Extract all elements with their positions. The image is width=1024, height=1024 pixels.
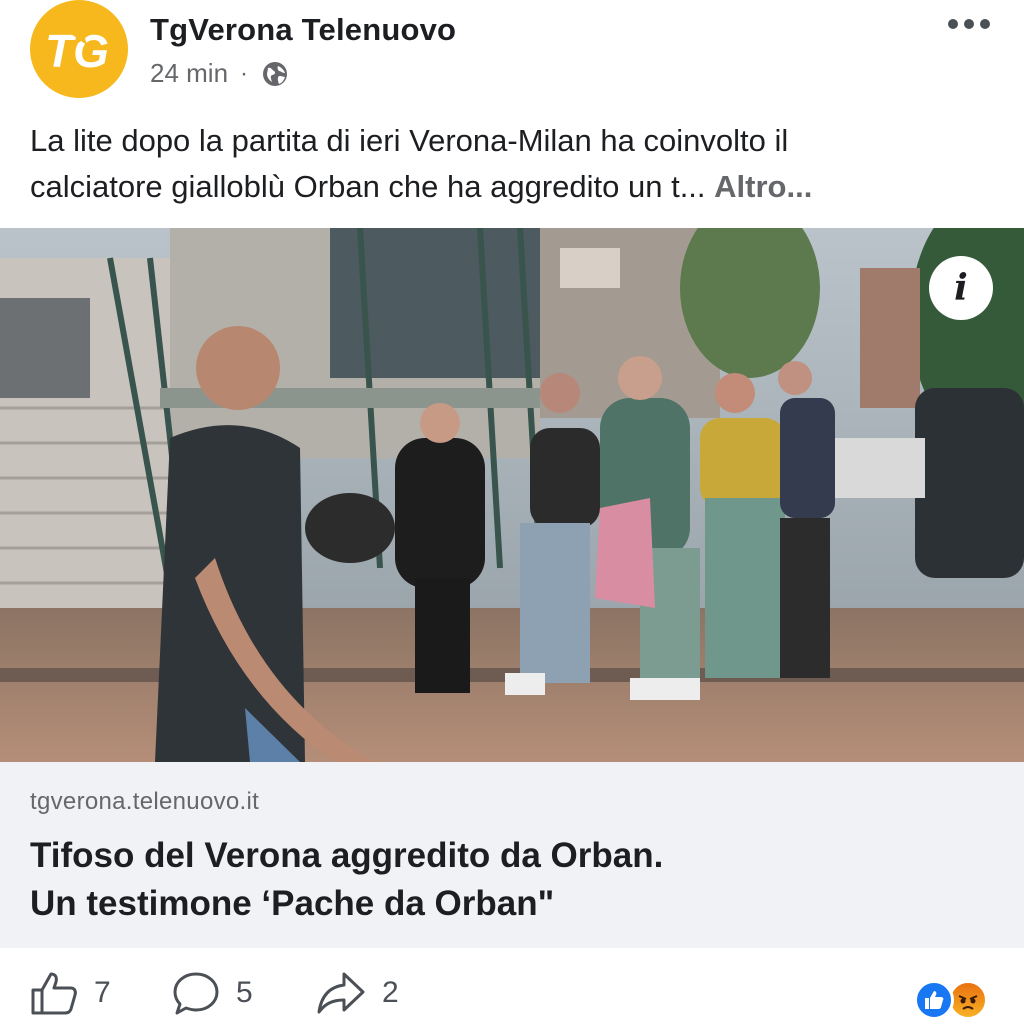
meta-separator: · [240,59,249,87]
link-preview-image[interactable]: i [0,228,1024,762]
post-text-truncated: calciatore gialloblù Orban che ha aggred… [30,169,706,204]
page-name[interactable]: TgVerona Telenuovo [150,12,456,48]
globe-icon[interactable] [260,59,290,89]
comment-count: 5 [236,976,253,1009]
post-header: TG TgVerona Telenuovo 24 min · [0,0,1024,112]
post-meta: 24 min · [150,58,290,89]
share-button[interactable]: 2 [316,970,399,1016]
post-text-line-2: calciatore gialloblù Orban che ha aggred… [30,164,1000,210]
link-title-line-2: Un testimone ‘Pache da Orban" [30,884,555,923]
post-time[interactable]: 24 min [150,58,228,89]
dot [980,19,990,29]
post-text: La lite dopo la partita di ieri Verona-M… [30,118,1000,210]
dot [948,19,958,29]
post-text-line-1: La lite dopo la partita di ieri Verona-M… [30,123,789,158]
share-icon [317,972,365,1014]
comment-icon [173,972,219,1015]
more-options-icon[interactable] [948,14,990,34]
link-domain: tgverona.telenuovo.it [30,788,260,815]
tg-logo-icon: TG [45,25,109,77]
info-icon[interactable]: i [929,256,993,320]
comment-button[interactable]: 5 [172,970,253,1016]
svg-text:TG: TG [45,25,109,77]
post-actions: 7 5 2 [0,950,1024,1024]
link-title-line-1: Tifoso del Verona aggredito da Orban. [30,836,664,875]
dot [964,19,974,29]
like-count: 7 [94,976,111,1009]
share-count: 2 [382,976,399,1009]
like-button[interactable]: 7 [30,970,111,1016]
angry-reaction-icon [948,980,988,1020]
street-scene-image [0,228,1024,762]
link-title[interactable]: Tifoso del Verona aggredito da Orban. Un… [30,832,990,928]
like-reaction-icon [914,980,954,1020]
thumbs-up-icon [31,972,77,1015]
reaction-summary[interactable] [914,980,994,1020]
link-preview-card[interactable]: tgverona.telenuovo.it Tifoso del Verona … [0,762,1024,948]
page-avatar[interactable]: TG [30,0,128,98]
see-more-link[interactable]: Altro... [714,169,812,204]
